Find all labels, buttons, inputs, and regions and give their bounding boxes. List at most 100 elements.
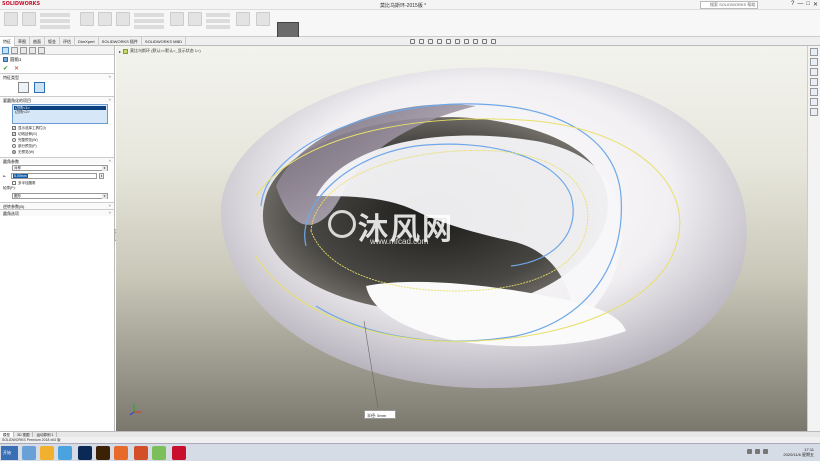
section-offset-params[interactable]: 逆转参数(B) ˅ <box>0 202 114 209</box>
checkbox[interactable] <box>12 181 16 185</box>
design-library-icon[interactable] <box>810 58 818 66</box>
edit-appearance-icon[interactable] <box>473 39 478 44</box>
explorer-icon[interactable] <box>22 446 36 460</box>
tab-sketch[interactable]: 草图 <box>15 37 30 46</box>
section-items-label: 要圆角化的项目 <box>3 98 31 103</box>
spin-button[interactable]: ⇕ <box>99 172 104 179</box>
zoom-to-fit-icon[interactable] <box>410 39 415 44</box>
checkbox[interactable]: ✓ <box>12 126 16 130</box>
custom-properties-icon[interactable] <box>810 98 818 106</box>
lofted-boss-icon[interactable] <box>40 19 70 23</box>
list-item[interactable]: 边线<2> <box>14 110 106 114</box>
chrome-icon[interactable] <box>40 446 54 460</box>
section-fillet-options[interactable]: 圆角选项 ˅ <box>0 209 114 216</box>
wechat-icon[interactable] <box>152 446 166 460</box>
fillet-method-select[interactable]: 对称 ▾ <box>12 165 108 171</box>
start-button[interactable]: 开始 <box>1 446 18 460</box>
edges-listbox[interactable]: 边线<1> 边线<2> <box>12 104 108 124</box>
checkbox[interactable]: ✓ <box>12 132 16 136</box>
configuration-tab-icon[interactable] <box>20 47 27 54</box>
network-icon[interactable] <box>58 446 72 460</box>
appearances-icon[interactable] <box>810 88 818 96</box>
section-items-to-fillet[interactable]: 要圆角化的项目 ˄ <box>0 96 114 103</box>
fillet-xpert-icon[interactable] <box>34 82 45 93</box>
help-icon[interactable]: ? <box>791 1 794 8</box>
illustrator-icon[interactable] <box>96 446 110 460</box>
section-fillet-type[interactable]: 特征类型 ˄ <box>0 73 114 80</box>
network-tray-icon[interactable] <box>747 449 752 454</box>
tab-mbd[interactable]: SOLIDWORKS MBD <box>142 37 187 46</box>
zoom-area-icon[interactable] <box>419 39 424 44</box>
resources-icon[interactable] <box>810 48 818 56</box>
tab-surfaces[interactable]: 曲面 <box>30 37 45 46</box>
forum-icon[interactable] <box>810 108 818 116</box>
radius-callout[interactable]: 半径: 5mm <box>364 410 396 419</box>
clock[interactable]: 17:11 2020/11/6 星期五 <box>783 447 814 457</box>
view-palette-icon[interactable] <box>810 78 818 86</box>
apply-scene-icon[interactable] <box>482 39 487 44</box>
draft-icon[interactable] <box>206 19 230 23</box>
shell-icon[interactable] <box>206 25 230 29</box>
chevron-up-icon: ˄ <box>108 97 111 102</box>
extrude-cut-icon[interactable] <box>80 12 94 26</box>
graphics-area[interactable]: ▸ 莫比乌斯环 (默认<<默认>_显示状态 1>) 沐风网 www.mfcad.… <box>116 46 807 431</box>
reference-triad-icon <box>129 404 141 416</box>
extrude-boss-icon[interactable] <box>4 12 18 26</box>
section-fillet-type-label: 特征类型 <box>3 75 19 80</box>
property-manager: 圆角1 ✔ ✕ 特征类型 ˄ 要圆角化的项目 ˄ 边线<1> 边线<2> ✓ 显… <box>0 46 115 431</box>
photoshop-icon[interactable] <box>78 446 92 460</box>
display-style-icon[interactable] <box>455 39 460 44</box>
firefox-icon[interactable] <box>114 446 128 460</box>
profile-label: 轮廓(P): <box>3 186 16 190</box>
view-orientation-icon[interactable] <box>446 39 451 44</box>
hole-wizard-icon[interactable] <box>98 12 112 26</box>
dimxpert-tab-icon[interactable] <box>29 47 36 54</box>
tab-addins[interactable]: SOLIDWORKS 插件 <box>99 37 142 46</box>
fillet-icon[interactable] <box>170 12 184 26</box>
ok-button[interactable]: ✔ <box>3 65 8 72</box>
lofted-cut-icon[interactable] <box>134 19 164 23</box>
volume-icon[interactable] <box>755 449 760 454</box>
radio[interactable] <box>12 138 16 142</box>
tab-dimxpert[interactable]: DimXpert <box>75 37 99 46</box>
radio[interactable] <box>12 150 16 154</box>
section-fillet-params[interactable]: 圆角参数 ˄ <box>0 157 114 164</box>
file-explorer-icon[interactable] <box>810 68 818 76</box>
view-settings-icon[interactable] <box>491 39 496 44</box>
linear-pattern-icon[interactable] <box>188 12 202 26</box>
input-method-icon[interactable] <box>763 449 768 454</box>
previous-view-icon[interactable] <box>428 39 433 44</box>
section-view-icon[interactable] <box>437 39 442 44</box>
recorder-icon[interactable] <box>134 446 148 460</box>
solidworks-taskbar-icon[interactable] <box>172 446 186 460</box>
tab-evaluate[interactable]: 评估 <box>60 37 75 46</box>
property-manager-tab-icon[interactable] <box>11 47 18 54</box>
boundary-cut-icon[interactable] <box>134 25 164 29</box>
display-tab-icon[interactable] <box>38 47 45 54</box>
solidworks-logo[interactable]: SOLIDWORKS <box>2 1 47 9</box>
curves-icon[interactable] <box>256 12 270 26</box>
boundary-boss-icon[interactable] <box>40 25 70 29</box>
hide-show-icon[interactable] <box>464 39 469 44</box>
checkbox-label: 显示选择工具栏(I) <box>18 125 46 130</box>
radio-row[interactable]: 无预览(W) <box>0 149 114 155</box>
reference-geometry-icon[interactable] <box>236 12 250 26</box>
swept-cut-icon[interactable] <box>134 13 164 17</box>
radio[interactable] <box>12 144 16 148</box>
swept-boss-icon[interactable] <box>40 13 70 17</box>
rib-icon[interactable] <box>206 13 230 17</box>
tab-features[interactable]: 特征 <box>0 37 15 46</box>
radius-input[interactable]: 5.00mm <box>11 172 97 179</box>
close-button[interactable]: ✕ <box>813 1 818 8</box>
revolve-cut-icon[interactable] <box>116 12 130 26</box>
search-input[interactable]: 搜索 SOLIDWORKS 帮助 <box>700 1 758 9</box>
minimize-button[interactable]: — <box>797 1 803 8</box>
tab-sheet-metal[interactable]: 钣金 <box>45 37 60 46</box>
cancel-button[interactable]: ✕ <box>14 65 19 72</box>
feature-tree-tab-icon[interactable] <box>2 47 9 54</box>
revolve-boss-icon[interactable] <box>22 12 36 26</box>
chevron-down-icon: ▾ <box>102 166 107 171</box>
manual-fillet-icon[interactable] <box>18 82 29 93</box>
profile-select[interactable]: 圆形 ▾ <box>12 193 108 199</box>
maximize-button[interactable]: □ <box>806 1 810 8</box>
